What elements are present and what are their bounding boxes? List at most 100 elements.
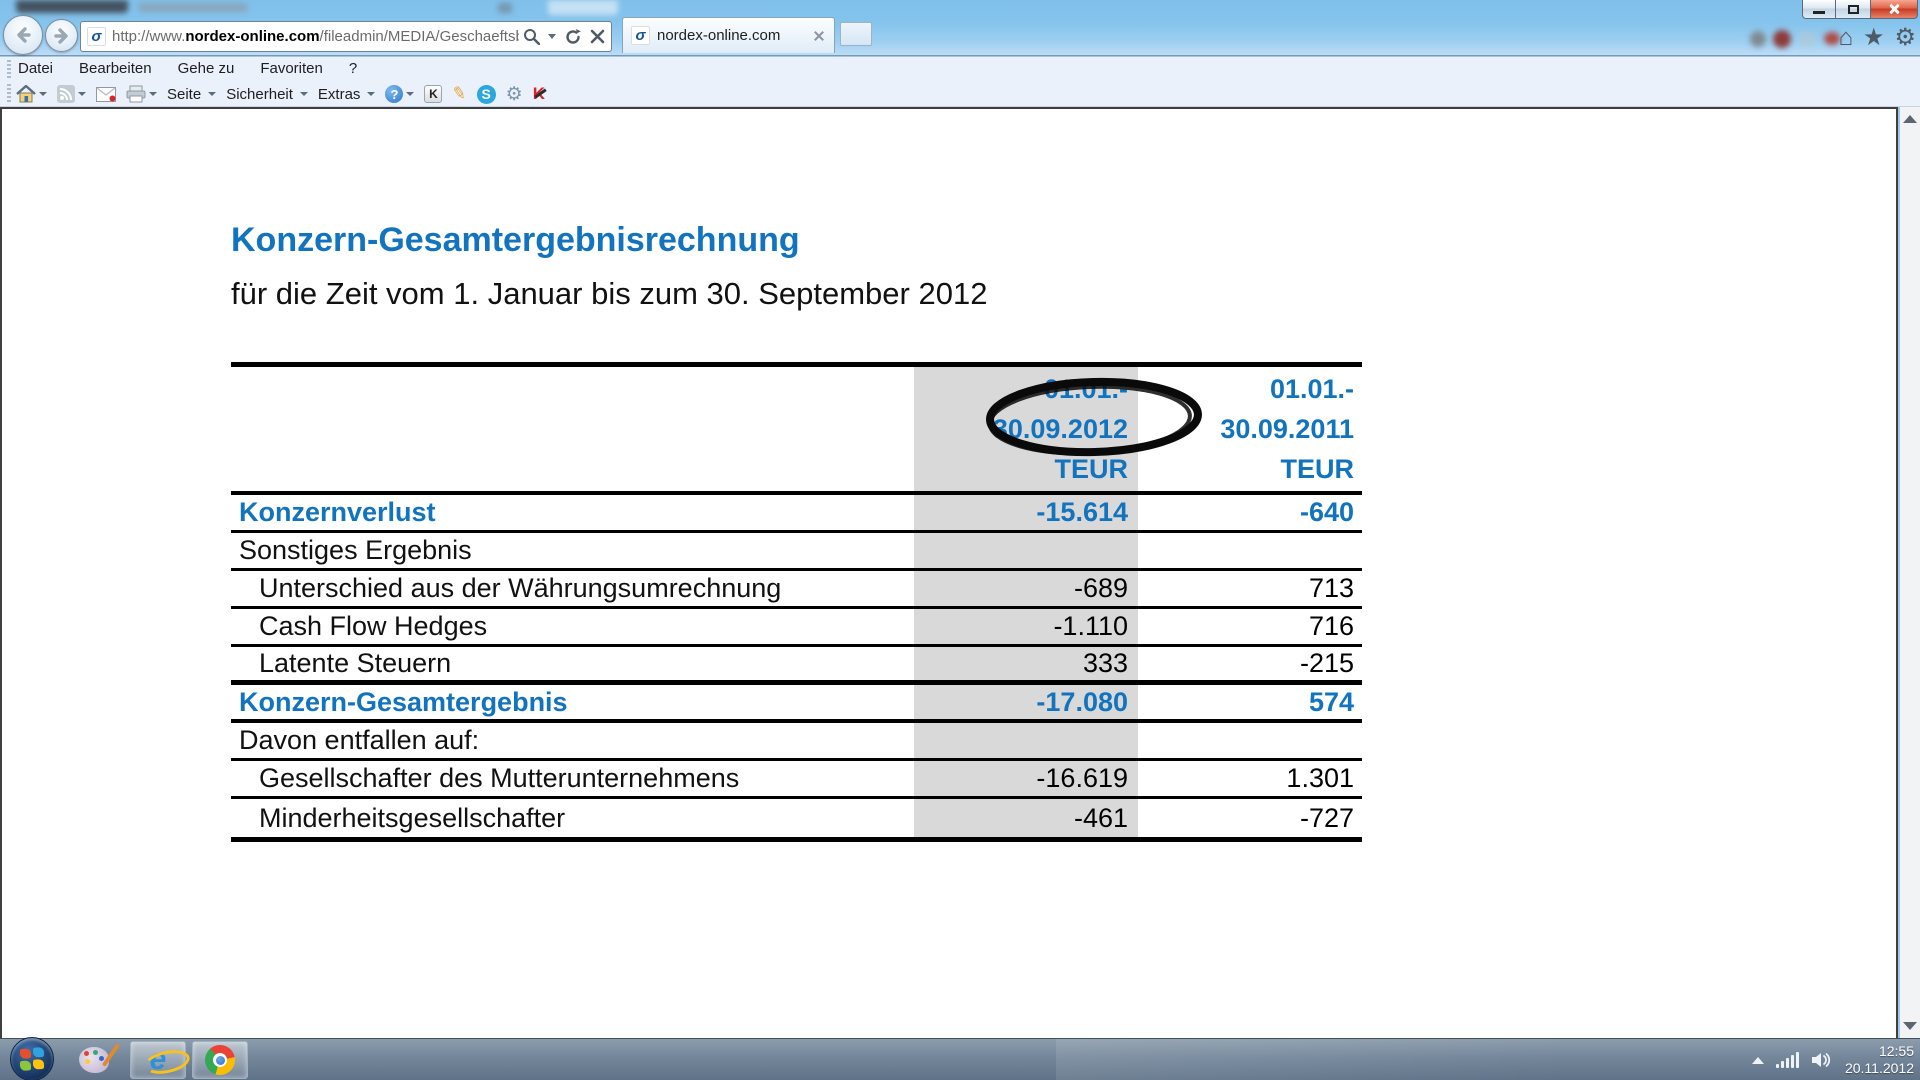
forward-arrow-icon: [54, 28, 70, 44]
new-tab-button[interactable]: [840, 22, 872, 46]
kaspersky-icon: K: [533, 84, 545, 104]
maximize-button[interactable]: [1836, 0, 1870, 19]
document-subtitle: für die Zeit vom 1. Januar bis zum 30. S…: [231, 276, 987, 312]
menu-item-datei[interactable]: Datei: [18, 60, 53, 77]
extras-label: Extras: [318, 86, 361, 103]
menu-item-?[interactable]: ?: [349, 60, 357, 77]
help-button[interactable]: ?: [385, 85, 414, 103]
home-icon[interactable]: ⌂: [1838, 26, 1853, 50]
home-button[interactable]: [16, 85, 47, 103]
taskbar-clock[interactable]: 12:55 20.11.2012: [1845, 1043, 1914, 1077]
settings-gear-icon[interactable]: ⚙: [1894, 26, 1916, 50]
addon-gear-button[interactable]: ⚙: [506, 85, 523, 104]
url-text[interactable]: http://www.nordex-online.com/fileadmin/M…: [112, 28, 519, 45]
table-row: Davon entfallen auf:: [231, 723, 1362, 761]
row-label: Davon entfallen auf:: [231, 725, 914, 756]
close-button[interactable]: [1870, 0, 1918, 19]
feed-button[interactable]: [57, 85, 86, 103]
skype-button[interactable]: S: [477, 85, 496, 104]
addon-pen-button[interactable]: ✎: [452, 84, 466, 104]
site-favicon: σ: [87, 27, 106, 46]
extras-menu-button[interactable]: Extras: [318, 86, 376, 103]
dropdown-caret-icon: [39, 92, 47, 96]
print-button[interactable]: [126, 85, 157, 103]
sicherheit-label: Sicherheit: [226, 86, 293, 103]
value-2012: 333: [914, 648, 1138, 679]
taskbar-chrome-button[interactable]: [192, 1041, 248, 1079]
stop-icon[interactable]: [590, 29, 605, 44]
dropdown-caret-icon: [300, 92, 308, 96]
menu-item-favoriten[interactable]: Favoriten: [260, 60, 323, 77]
addon-k-button[interactable]: K: [424, 85, 442, 103]
row-label: Konzern-Gesamtergebnis: [231, 687, 914, 718]
help-icon: ?: [385, 85, 403, 103]
sicherheit-menu-button[interactable]: Sicherheit: [226, 86, 308, 103]
taskbar-paint-button[interactable]: [66, 1041, 122, 1079]
row-label: Minderheitsgesellschafter: [231, 803, 914, 834]
background-window-title-blur: [138, 3, 248, 12]
background-window-fragment: [16, 0, 128, 13]
browser-tab[interactable]: σ nordex-online.com: [622, 17, 835, 53]
dropdown-caret-icon: [149, 92, 157, 96]
start-button[interactable]: [10, 1037, 54, 1080]
volume-icon[interactable]: [1811, 1051, 1833, 1069]
pen-icon: ✎: [451, 83, 469, 105]
menu-bar: Datei Bearbeiten Gehe zu Favoriten?: [0, 57, 1920, 81]
clock-date: 20.11.2012: [1845, 1060, 1914, 1077]
table-row: Minderheitsgesellschafter-461-727: [231, 799, 1362, 837]
back-arrow-icon: [15, 27, 31, 43]
scroll-up-icon[interactable]: [1903, 115, 1917, 123]
tray-hidden-icons-button[interactable]: [1752, 1057, 1764, 1064]
financial-table: 01.01.- 30.09.2012 TEUR 01.01.- 30.09.20…: [231, 362, 1362, 842]
value-2012: -461: [914, 803, 1138, 834]
windows-logo-icon: [20, 1047, 44, 1072]
skype-icon: S: [477, 85, 496, 104]
value-2011: -727: [1138, 803, 1362, 834]
menu-item-bearbeiten[interactable]: Bearbeiten: [79, 60, 152, 77]
chrome-icon: [205, 1045, 235, 1075]
table-row: Unterschied aus der Währungsumrechnung-6…: [231, 571, 1362, 609]
home-colored-icon: [16, 85, 36, 103]
dropdown-caret-icon: [208, 92, 216, 96]
page-content: Konzern-Gesamtergebnisrechnung für die Z…: [0, 107, 1898, 1038]
table-row: Gesellschafter des Mutterunternehmens-16…: [231, 761, 1362, 799]
network-signal-icon[interactable]: [1776, 1052, 1799, 1068]
scroll-down-icon[interactable]: [1903, 1022, 1917, 1030]
internet-explorer-icon: e: [150, 1045, 167, 1075]
favorites-star-icon[interactable]: ★: [1863, 26, 1885, 50]
dropdown-caret-icon: [78, 92, 86, 96]
kaspersky-button[interactable]: K: [533, 84, 545, 104]
refresh-icon[interactable]: [564, 28, 582, 46]
toolbar-grip[interactable]: [7, 84, 11, 102]
command-bar: Seite Sicherheit Extras ? K ✎ S: [0, 81, 1920, 107]
address-bar[interactable]: σ http://www.nordex-online.com/fileadmin…: [80, 21, 612, 52]
glass-blur-icon: [1750, 31, 1766, 47]
table-header: 01.01.- 30.09.2012 TEUR 01.01.- 30.09.20…: [231, 367, 1362, 495]
rss-feed-icon: [57, 85, 75, 103]
value-2011: -640: [1138, 497, 1362, 528]
taskbar-ie-button[interactable]: e: [130, 1041, 186, 1079]
vertical-scrollbar[interactable]: [1900, 107, 1920, 1038]
forward-button[interactable]: [45, 19, 78, 52]
row-label: Unterschied aus der Währungsumrechnung: [231, 573, 914, 604]
table-row: Cash Flow Hedges-1.110716: [231, 609, 1362, 647]
toolbar-grip[interactable]: [7, 60, 11, 78]
mail-button[interactable]: [96, 87, 116, 102]
document-title: Konzern-Gesamtergebnisrechnung: [231, 221, 800, 260]
value-2012: -15.614: [914, 497, 1138, 528]
back-button[interactable]: [3, 15, 43, 55]
dropdown-caret-icon: [367, 92, 375, 96]
address-dropdown-icon[interactable]: [548, 34, 556, 39]
seite-menu-button[interactable]: Seite: [167, 86, 216, 103]
menu-item-gehe-zu[interactable]: Gehe zu: [178, 60, 235, 77]
seite-label: Seite: [167, 86, 201, 103]
row-label: Cash Flow Hedges: [231, 611, 914, 642]
minimize-button[interactable]: [1802, 0, 1836, 19]
dropdown-caret-icon: [406, 92, 414, 96]
glass-blur-icon: [1799, 31, 1815, 47]
search-icon[interactable]: [523, 28, 540, 45]
tab-favicon: σ: [631, 26, 650, 45]
row-label: Konzernverlust: [231, 497, 914, 528]
tab-close-icon[interactable]: [811, 28, 826, 43]
value-2011: 716: [1138, 611, 1362, 642]
